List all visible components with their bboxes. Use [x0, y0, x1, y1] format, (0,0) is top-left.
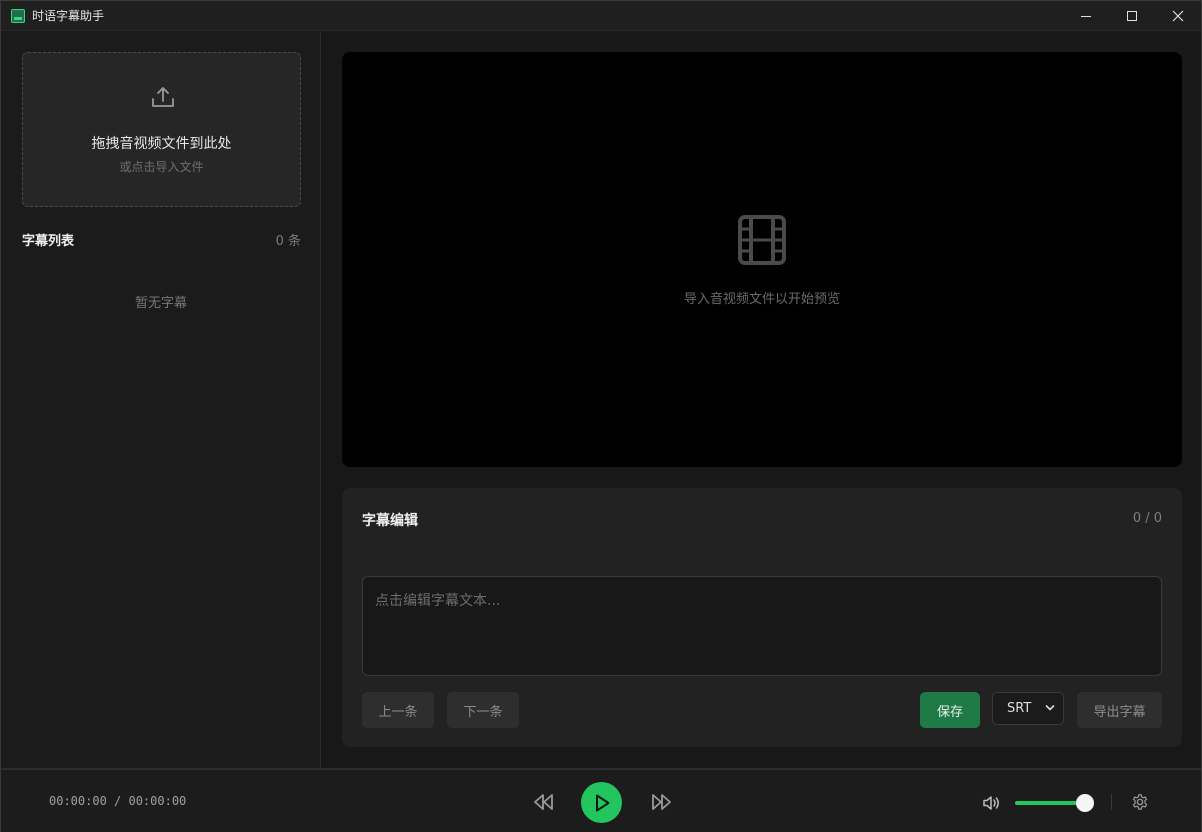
play-button[interactable] [581, 782, 622, 823]
maximize-icon [1127, 11, 1137, 21]
volume-slider[interactable] [1015, 794, 1095, 812]
close-icon [1172, 10, 1184, 22]
rewind-icon[interactable] [531, 791, 557, 813]
subtitle-list-count: 0 条 [275, 234, 301, 249]
divider [1111, 794, 1112, 810]
file-dropzone[interactable]: 拖拽音视频文件到此处 或点击导入文件 [22, 52, 301, 207]
dropzone-title: 拖拽音视频文件到此处 [91, 136, 232, 152]
gear-icon[interactable] [1131, 793, 1149, 811]
subtitle-list-header: 字幕列表 0 条 [22, 230, 301, 249]
minimize-button[interactable] [1063, 1, 1109, 31]
volume-slider-thumb[interactable] [1076, 794, 1095, 812]
next-subtitle-button[interactable]: 下一条 [447, 692, 519, 728]
app-logo-icon [11, 8, 25, 23]
minimize-icon [1081, 15, 1091, 17]
save-button[interactable]: 保存 [920, 692, 980, 728]
editor-counter: 0 / 0 [1132, 511, 1162, 526]
close-button[interactable] [1155, 1, 1201, 31]
player-bar: 00:00:00 / 00:00:00 [1, 768, 1201, 832]
app-title: 时语字幕助手 [32, 9, 105, 23]
volume-slider-fill [1015, 801, 1086, 805]
export-subtitles-button[interactable]: 导出字幕 [1077, 692, 1162, 728]
time-display: 00:00:00 / 00:00:00 [49, 794, 187, 808]
format-select-value: SRT [1007, 701, 1032, 716]
editor-title: 字幕编辑 [362, 513, 418, 529]
sidebar: 拖拽音视频文件到此处 或点击导入文件 字幕列表 0 条 暂无字幕 [1, 32, 321, 768]
prev-subtitle-button[interactable]: 上一条 [362, 692, 434, 728]
subtitle-text-input[interactable] [362, 576, 1162, 676]
subtitle-list-empty: 暂无字幕 [134, 296, 187, 311]
app-window: 时语字幕助手 拖拽音视频文件到此处 或点击导入文件 字幕列表 0 条 暂无字幕 [0, 0, 1202, 832]
subtitle-editor: 字幕编辑 0 / 0 上一条 下一条 保存 SRT 导出字幕 [342, 488, 1182, 747]
play-icon [595, 794, 609, 811]
dropzone-subtitle: 或点击导入文件 [119, 160, 204, 174]
maximize-button[interactable] [1109, 1, 1155, 31]
format-select[interactable]: SRT [992, 692, 1064, 725]
upload-icon [152, 87, 174, 107]
chevron-down-icon [1045, 705, 1055, 711]
volume-icon[interactable] [981, 794, 1001, 812]
film-icon [738, 215, 786, 265]
subtitle-list-title: 字幕列表 [22, 234, 75, 249]
preview-hint: 导入音视频文件以开始预览 [683, 292, 840, 307]
video-preview[interactable]: 导入音视频文件以开始预览 [342, 52, 1182, 467]
fast-forward-icon[interactable] [648, 791, 674, 813]
title-bar: 时语字幕助手 [1, 1, 1201, 31]
